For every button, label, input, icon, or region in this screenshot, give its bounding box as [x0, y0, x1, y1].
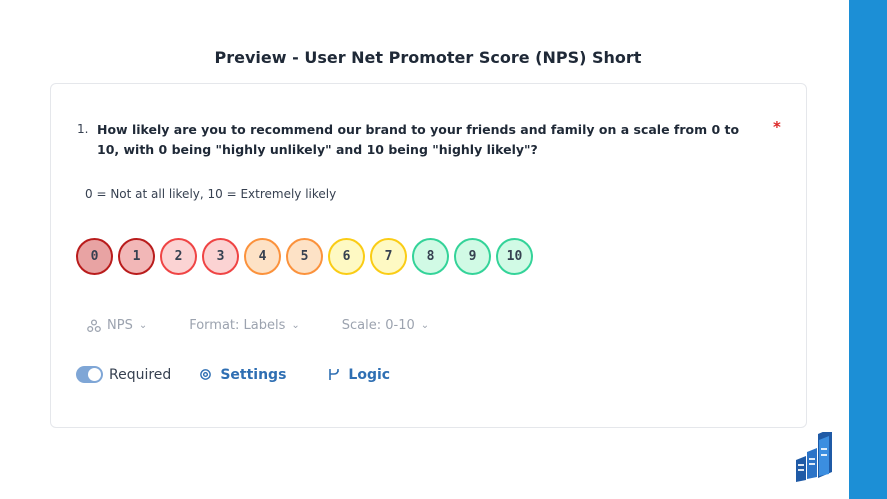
chevron-down-icon: ⌄	[291, 320, 300, 331]
nps-option-1[interactable]: 1	[118, 238, 155, 275]
question-text: How likely are you to recommend our bran…	[97, 122, 740, 157]
required-label: Required	[109, 366, 172, 383]
right-accent-notch-top	[851, 0, 887, 22]
nps-option-5[interactable]: 5	[286, 238, 323, 275]
question-card: 1. How likely are you to recommend our b…	[50, 83, 807, 428]
type-dropdown-label: NPS	[107, 318, 133, 333]
toggle-knob	[88, 368, 101, 381]
required-toggle[interactable]	[76, 366, 103, 383]
question-meta-bar: NPS ⌄ Format: Labels ⌄ Scale: 0-10 ⌄	[87, 318, 471, 333]
gear-icon	[200, 369, 212, 380]
settings-label: Settings	[220, 366, 287, 383]
nps-option-4[interactable]: 4	[244, 238, 281, 275]
nps-option-7[interactable]: 7	[370, 238, 407, 275]
logic-button[interactable]: Logic	[328, 367, 390, 383]
nps-option-0[interactable]: 0	[76, 238, 113, 275]
required-asterisk: *	[773, 118, 781, 136]
chevron-down-icon: ⌄	[138, 320, 148, 331]
format-dropdown-label: Format: Labels	[189, 318, 286, 333]
question-row: 1. How likely are you to recommend our b…	[77, 120, 787, 160]
settings-button[interactable]: Settings	[199, 367, 286, 383]
nps-option-10[interactable]: 10	[496, 238, 533, 275]
right-accent-notch-bottom	[851, 477, 887, 499]
scale-dropdown[interactable]: Scale: 0-10 ⌄	[342, 318, 429, 333]
chevron-down-icon: ⌄	[420, 320, 430, 331]
nps-option-8[interactable]: 8	[412, 238, 449, 275]
nps-type-icon	[87, 318, 101, 332]
nps-option-6[interactable]: 6	[328, 238, 365, 275]
right-accent-band	[849, 0, 887, 499]
logic-branch-icon	[329, 369, 340, 380]
question-number: 1.	[77, 122, 89, 136]
page-title: Preview - User Net Promoter Score (NPS) …	[214, 48, 642, 67]
nps-option-2[interactable]: 2	[160, 238, 197, 275]
brand-logo-icon	[796, 432, 832, 482]
nps-option-3[interactable]: 3	[202, 238, 239, 275]
nps-option-9[interactable]: 9	[454, 238, 491, 275]
type-dropdown[interactable]: NPS ⌄	[87, 318, 147, 333]
scale-dropdown-label: Scale: 0-10	[341, 318, 415, 333]
question-actions: Required Settings Logic	[76, 366, 432, 383]
scale-hint: 0 = Not at all likely, 10 = Extremely li…	[85, 187, 337, 201]
format-dropdown[interactable]: Format: Labels ⌄	[189, 318, 300, 333]
nps-scale: 0 1 2 3 4 5 6 7 8 9 10	[76, 238, 533, 275]
logic-label: Logic	[348, 366, 391, 383]
